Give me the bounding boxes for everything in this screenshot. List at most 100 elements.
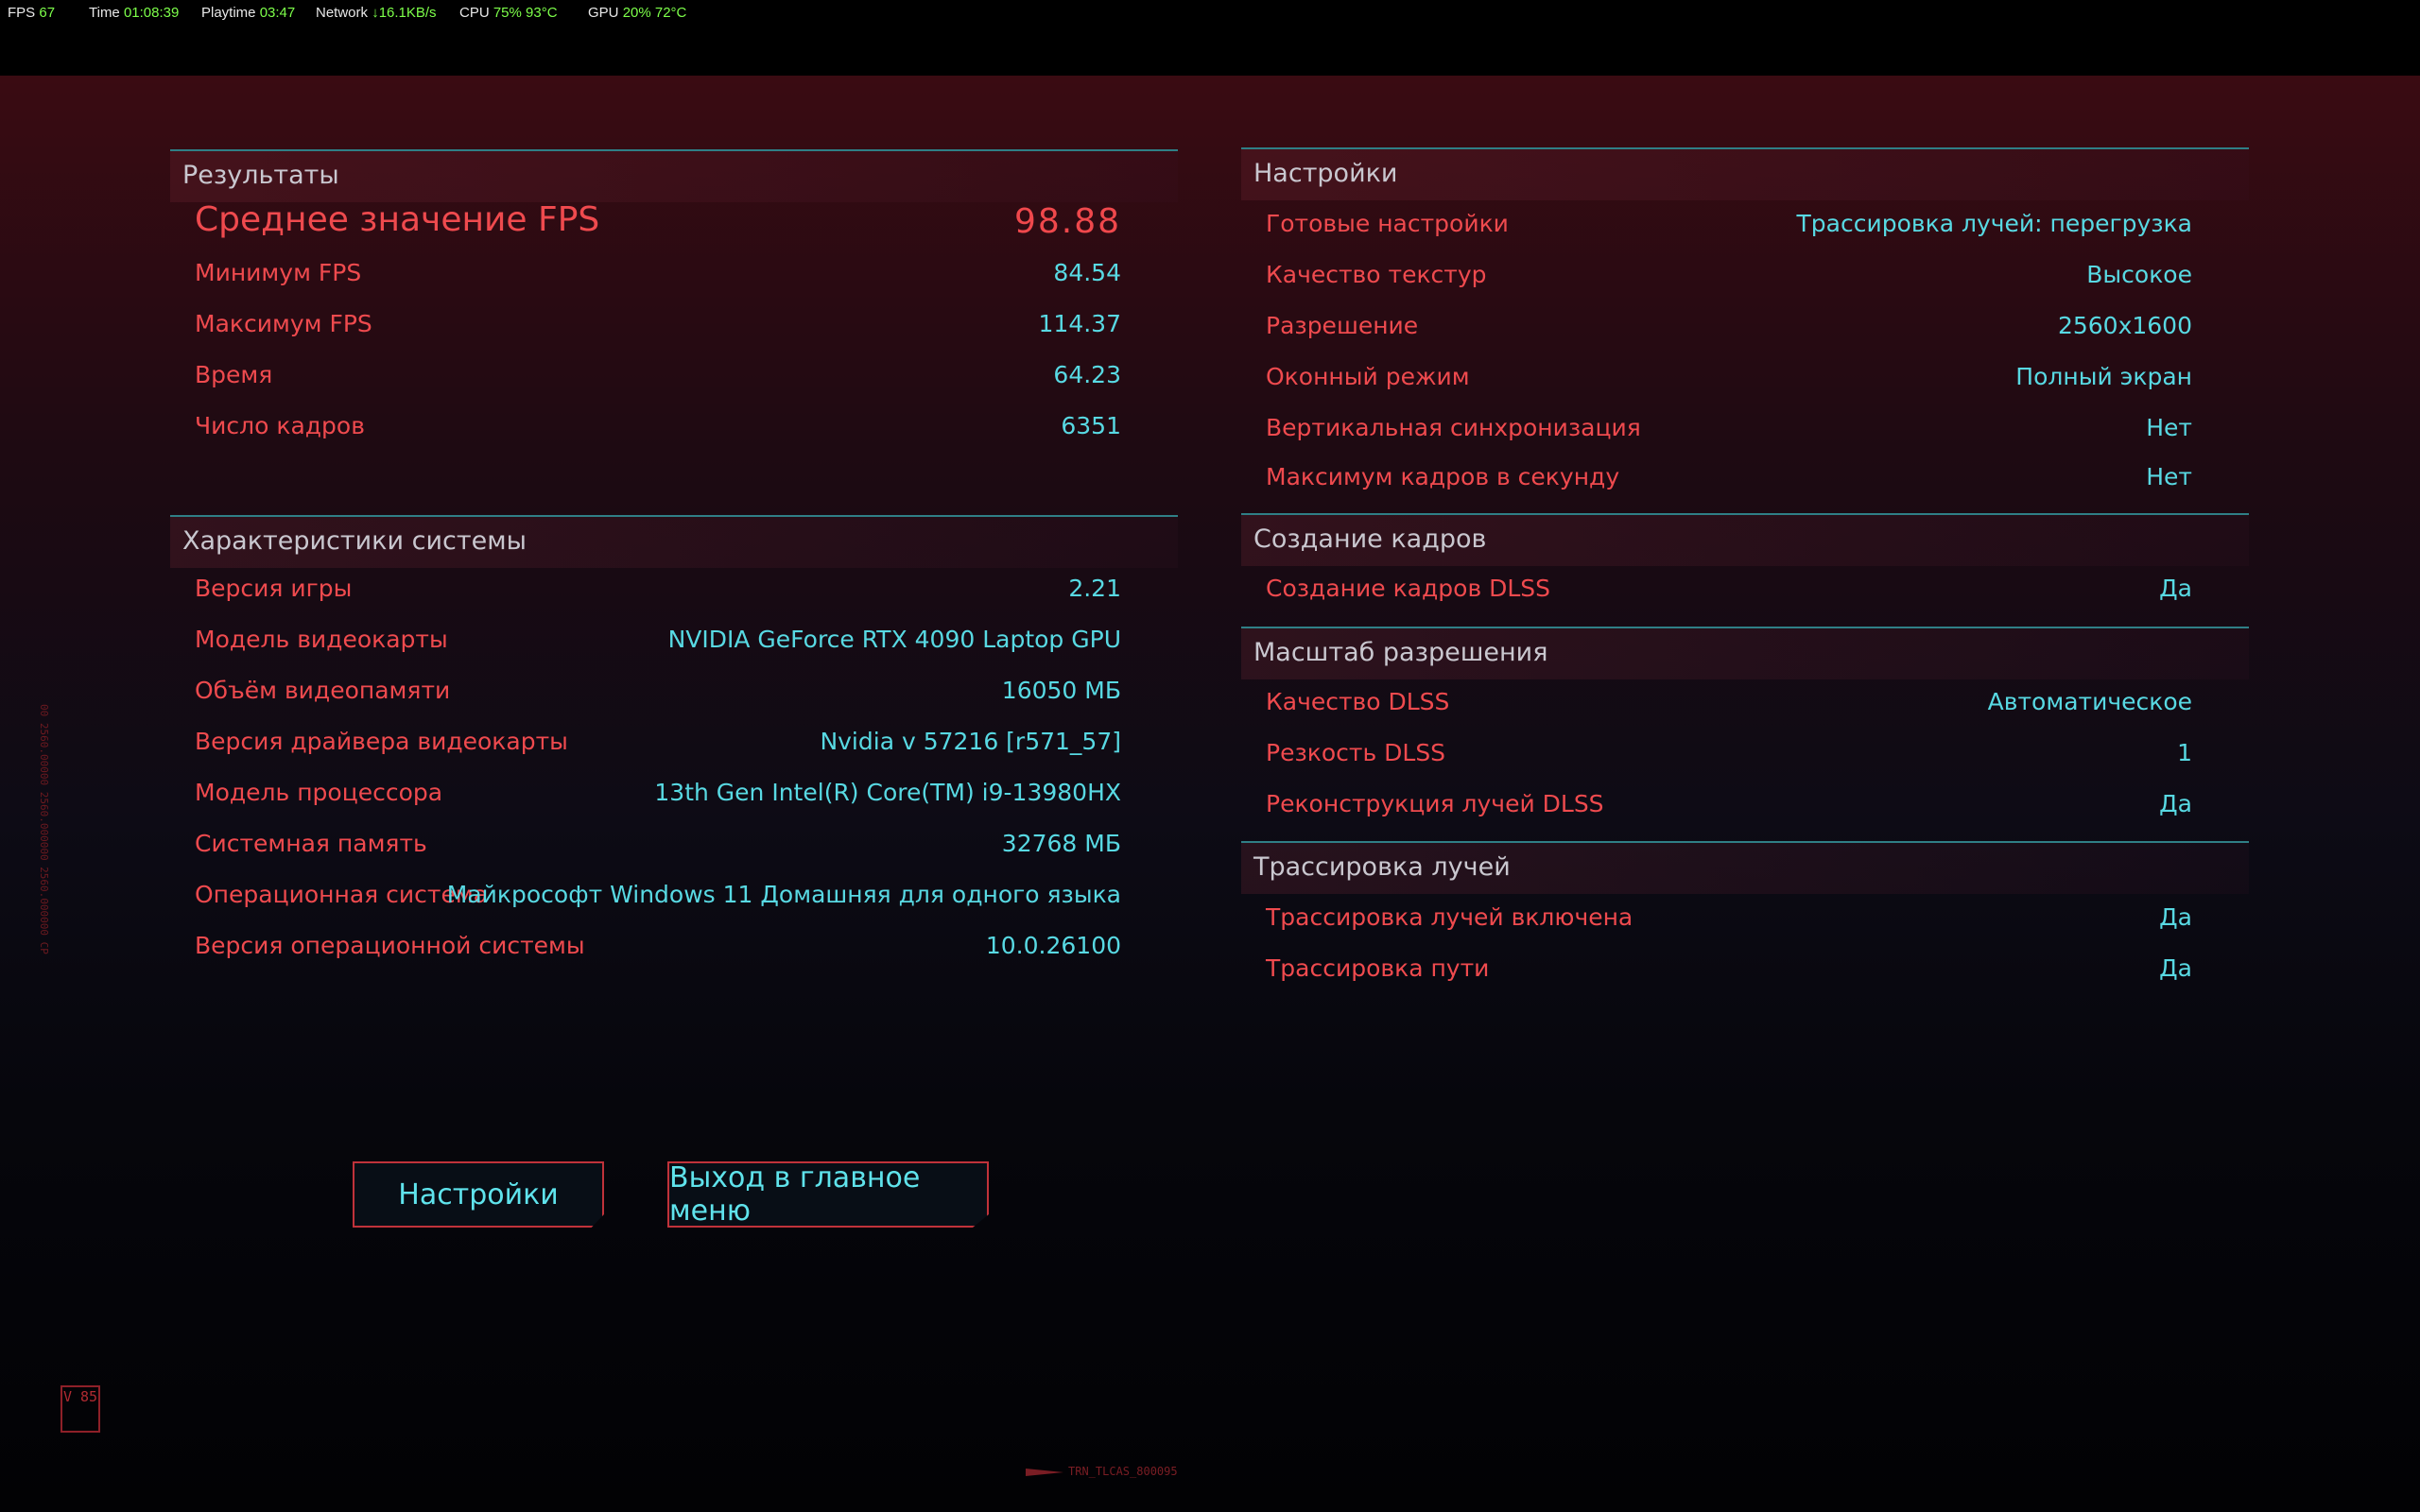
overlay-fps-value: 67 <box>39 5 56 21</box>
settings-label: Готовые настройки <box>1266 210 1509 237</box>
raytracing-value: Да <box>2159 903 2192 931</box>
overlay-time-label: Time <box>89 5 120 21</box>
results-label: Минимум FPS <box>195 259 362 286</box>
system-value: 16050 МБ <box>1001 677 1121 704</box>
footer-code: TRN_TLCAS_800095 <box>1068 1465 1178 1478</box>
settings-value: Высокое <box>2086 261 2192 288</box>
system-value: NVIDIA GeForce RTX 4090 Laptop GPU <box>667 626 1121 653</box>
results-value: 114.37 <box>1038 310 1121 337</box>
system-label: Объём видеопамяти <box>195 677 451 704</box>
overlay-cpu: CPU 75% 93°C <box>459 5 558 21</box>
system-value: 2.21 <box>1068 575 1121 602</box>
settings-button[interactable]: Настройки <box>353 1161 604 1228</box>
scaling-label: Реконструкция лучей DLSS <box>1266 790 1604 817</box>
results-label: Время <box>195 361 273 388</box>
system-row-ram: Системная память 32768 МБ <box>195 830 1121 868</box>
overlay-gpu: GPU 20% 72°C <box>588 5 686 21</box>
system-row-game-version: Версия игры 2.21 <box>195 575 1121 612</box>
results-section-header: Результаты <box>170 149 1178 202</box>
overlay-time: Time 01:08:39 <box>89 5 179 21</box>
scaling-title: Масштаб разрешения <box>1253 638 1548 667</box>
scaling-section-header: Масштаб разрешения <box>1241 627 2249 679</box>
exit-to-main-menu-button[interactable]: Выход в главное меню <box>667 1161 989 1228</box>
scaling-row-dlss-quality: Качество DLSS Автоматическое <box>1266 688 2192 726</box>
overlay-network-value: ↓16.1KB/s <box>372 5 437 21</box>
settings-row-resolution: Разрешение 2560x1600 <box>1266 312 2192 350</box>
overlay-gpu-label: GPU <box>588 5 619 21</box>
system-value: 13th Gen Intel(R) Core(TM) i9-13980HX <box>654 779 1121 806</box>
system-row-os: Операционная система Майкрософт Windows … <box>195 881 1121 919</box>
results-label: Среднее значение FPS <box>195 200 600 239</box>
raytracing-row-path-tracing: Трассировка пути Да <box>1266 954 2192 992</box>
settings-row-max-fps: Максимум кадров в секунду Нет <box>1266 463 2192 501</box>
settings-label: Качество текстур <box>1266 261 1487 288</box>
overlay-playtime-label: Playtime <box>201 5 256 21</box>
system-section-header: Характеристики системы <box>170 515 1178 568</box>
overlay-time-value: 01:08:39 <box>123 5 180 21</box>
system-row-vram: Объём видеопамяти 16050 МБ <box>195 677 1121 714</box>
benchmark-results-screen: 00 2560.00000 2560.000000 2560.000000 CP… <box>0 76 2420 1512</box>
settings-title: Настройки <box>1253 159 1398 188</box>
raytracing-label: Трассировка пути <box>1266 954 1490 982</box>
results-title: Результаты <box>182 161 339 190</box>
scaling-label: Резкость DLSS <box>1266 739 1446 766</box>
overlay-playtime: Playtime 03:47 <box>201 5 295 21</box>
overlay-gpu-value: 20% 72°C <box>622 5 687 21</box>
system-label: Версия операционной системы <box>195 932 585 959</box>
scaling-value: Автоматическое <box>1987 688 2192 715</box>
settings-row-texture-quality: Качество текстур Высокое <box>1266 261 2192 299</box>
overlay-network: Network ↓16.1KB/s <box>316 5 437 21</box>
raytracing-label: Трассировка лучей включена <box>1266 903 1634 931</box>
framegen-section-header: Создание кадров <box>1241 513 2249 566</box>
settings-label: Разрешение <box>1266 312 1419 339</box>
system-row-os-version: Версия операционной системы 10.0.26100 <box>195 932 1121 970</box>
overlay-cpu-value: 75% 93°C <box>493 5 558 21</box>
settings-row-window-mode: Оконный режим Полный экран <box>1266 363 2192 401</box>
scaling-label: Качество DLSS <box>1266 688 1450 715</box>
performance-overlay: FPS 67 Time 01:08:39 Playtime 03:47 Netw… <box>0 0 2420 76</box>
settings-value: 2560x1600 <box>2057 312 2192 339</box>
framegen-value: Да <box>2159 575 2192 602</box>
settings-value: Полный экран <box>2015 363 2192 390</box>
arrow-icon <box>1026 1469 1063 1476</box>
results-label: Максимум FPS <box>195 310 372 337</box>
system-label: Модель видеокарты <box>195 626 448 653</box>
settings-row-preset: Готовые настройки Трассировка лучей: пер… <box>1266 210 2192 248</box>
results-value: 6351 <box>1061 412 1121 439</box>
results-value: 98.88 <box>1013 202 1121 241</box>
system-label: Версия драйвера видеокарты <box>195 728 568 755</box>
settings-value: Трассировка лучей: перегрузка <box>1796 210 2193 237</box>
settings-label: Вертикальная синхронизация <box>1266 414 1641 441</box>
overlay-fps: FPS 67 <box>8 5 55 21</box>
results-value: 64.23 <box>1053 361 1121 388</box>
system-label: Модель процессора <box>195 779 443 806</box>
overlay-fps-label: FPS <box>8 5 36 21</box>
raytracing-section-header: Трассировка лучей <box>1241 841 2249 894</box>
version-logo: V 85 <box>60 1385 100 1433</box>
scaling-row-dlss-sharpness: Резкость DLSS 1 <box>1266 739 2192 777</box>
system-title: Характеристики системы <box>182 526 527 556</box>
scaling-row-ray-reconstruction: Реконструкция лучей DLSS Да <box>1266 790 2192 828</box>
overlay-network-label: Network <box>316 5 369 21</box>
overlay-playtime-value: 03:47 <box>259 5 296 21</box>
results-row-max-fps: Максимум FPS 114.37 <box>195 310 1121 348</box>
raytracing-value: Да <box>2159 954 2192 982</box>
framegen-label: Создание кадров DLSS <box>1266 575 1551 602</box>
settings-value: Нет <box>2146 414 2192 441</box>
overlay-cpu-label: CPU <box>459 5 490 21</box>
settings-row-vsync: Вертикальная синхронизация Нет <box>1266 414 2192 452</box>
settings-label: Максимум кадров в секунду <box>1266 463 1620 490</box>
system-row-cpu-model: Модель процессора 13th Gen Intel(R) Core… <box>195 779 1121 816</box>
system-row-gpu-model: Модель видеокарты NVIDIA GeForce RTX 409… <box>195 626 1121 663</box>
system-value: 10.0.26100 <box>985 932 1121 959</box>
scaling-value: Да <box>2159 790 2192 817</box>
settings-section-header: Настройки <box>1241 147 2249 200</box>
system-row-driver: Версия драйвера видеокарты Nvidia v 5721… <box>195 728 1121 765</box>
results-value: 84.54 <box>1053 259 1121 286</box>
results-row-min-fps: Минимум FPS 84.54 <box>195 259 1121 297</box>
side-code-text: 00 2560.00000 2560.000000 2560.000000 CP <box>38 704 50 954</box>
raytracing-row-enabled: Трассировка лучей включена Да <box>1266 903 2192 941</box>
system-value: 32768 МБ <box>1001 830 1121 857</box>
results-row-frames: Число кадров 6351 <box>195 412 1121 450</box>
system-label: Версия игры <box>195 575 353 602</box>
